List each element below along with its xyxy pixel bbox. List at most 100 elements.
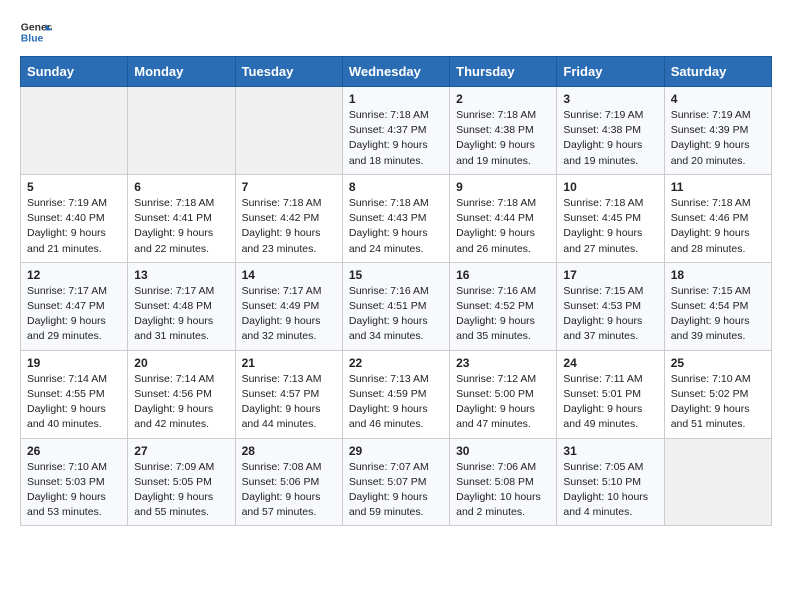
calendar-cell: 22 Sunrise: 7:13 AMSunset: 4:59 PMDayligh… — [342, 350, 449, 438]
day-detail: Sunrise: 7:13 AMSunset: 4:59 PMDaylight:… — [349, 372, 443, 433]
day-number: 10 — [563, 180, 657, 194]
day-detail: Sunrise: 7:18 AMSunset: 4:44 PMDaylight:… — [456, 196, 550, 257]
day-detail: Sunrise: 7:18 AMSunset: 4:37 PMDaylight:… — [349, 108, 443, 169]
calendar-cell: 25 Sunrise: 7:10 AMSunset: 5:02 PMDayligh… — [664, 350, 771, 438]
day-number: 22 — [349, 356, 443, 370]
calendar-cell: 8 Sunrise: 7:18 AMSunset: 4:43 PMDaylight… — [342, 174, 449, 262]
day-number: 4 — [671, 92, 765, 106]
header-sunday: Sunday — [21, 57, 128, 87]
header-wednesday: Wednesday — [342, 57, 449, 87]
day-detail: Sunrise: 7:19 AMSunset: 4:40 PMDaylight:… — [27, 196, 121, 257]
day-detail: Sunrise: 7:14 AMSunset: 4:56 PMDaylight:… — [134, 372, 228, 433]
day-detail: Sunrise: 7:16 AMSunset: 4:51 PMDaylight:… — [349, 284, 443, 345]
calendar-cell: 6 Sunrise: 7:18 AMSunset: 4:41 PMDaylight… — [128, 174, 235, 262]
day-detail: Sunrise: 7:19 AMSunset: 4:39 PMDaylight:… — [671, 108, 765, 169]
day-detail: Sunrise: 7:18 AMSunset: 4:43 PMDaylight:… — [349, 196, 443, 257]
day-detail: Sunrise: 7:10 AMSunset: 5:02 PMDaylight:… — [671, 372, 765, 433]
calendar-cell: 15 Sunrise: 7:16 AMSunset: 4:51 PMDayligh… — [342, 262, 449, 350]
calendar-cell: 19 Sunrise: 7:14 AMSunset: 4:55 PMDayligh… — [21, 350, 128, 438]
calendar-cell: 29 Sunrise: 7:07 AMSunset: 5:07 PMDayligh… — [342, 438, 449, 526]
calendar-cell: 9 Sunrise: 7:18 AMSunset: 4:44 PMDaylight… — [450, 174, 557, 262]
day-number: 21 — [242, 356, 336, 370]
calendar-cell: 31Sunrise: 7:05 AMSunset: 5:10 PMDayligh… — [557, 438, 664, 526]
calendar-cell: 27 Sunrise: 7:09 AMSunset: 5:05 PMDayligh… — [128, 438, 235, 526]
calendar-cell — [235, 87, 342, 175]
day-number: 8 — [349, 180, 443, 194]
svg-text:Blue: Blue — [21, 34, 44, 45]
day-number: 3 — [563, 92, 657, 106]
page-header: General Blue — [20, 16, 772, 48]
day-number: 11 — [671, 180, 765, 194]
day-number: 24 — [563, 356, 657, 370]
day-number: 5 — [27, 180, 121, 194]
calendar-cell: 23 Sunrise: 7:12 AMSunset: 5:00 PMDayligh… — [450, 350, 557, 438]
calendar-cell: 12Sunrise: 7:17 AMSunset: 4:47 PMDayligh… — [21, 262, 128, 350]
day-detail: Sunrise: 7:19 AMSunset: 4:38 PMDaylight:… — [563, 108, 657, 169]
day-detail: Sunrise: 7:10 AMSunset: 5:03 PMDaylight:… — [27, 460, 121, 521]
day-detail: Sunrise: 7:13 AMSunset: 4:57 PMDaylight:… — [242, 372, 336, 433]
day-number: 9 — [456, 180, 550, 194]
calendar-cell: 5 Sunrise: 7:19 AMSunset: 4:40 PMDaylight… — [21, 174, 128, 262]
day-detail: Sunrise: 7:16 AMSunset: 4:52 PMDaylight:… — [456, 284, 550, 345]
day-number: 13 — [134, 268, 228, 282]
day-number: 2 — [456, 92, 550, 106]
calendar-cell: 24 Sunrise: 7:11 AMSunset: 5:01 PMDayligh… — [557, 350, 664, 438]
calendar-cell: 16Sunrise: 7:16 AMSunset: 4:52 PMDayligh… — [450, 262, 557, 350]
header-thursday: Thursday — [450, 57, 557, 87]
day-detail: Sunrise: 7:18 AMSunset: 4:45 PMDaylight:… — [563, 196, 657, 257]
calendar-cell: 10 Sunrise: 7:18 AMSunset: 4:45 PMDayligh… — [557, 174, 664, 262]
day-detail: Sunrise: 7:17 AMSunset: 4:49 PMDaylight:… — [242, 284, 336, 345]
day-detail: Sunrise: 7:14 AMSunset: 4:55 PMDaylight:… — [27, 372, 121, 433]
day-detail: Sunrise: 7:07 AMSunset: 5:07 PMDaylight:… — [349, 460, 443, 521]
calendar-cell: 4 Sunrise: 7:19 AMSunset: 4:39 PMDaylight… — [664, 87, 771, 175]
day-number: 23 — [456, 356, 550, 370]
day-number: 6 — [134, 180, 228, 194]
day-number: 12 — [27, 268, 121, 282]
calendar-cell: 21 Sunrise: 7:13 AMSunset: 4:57 PMDayligh… — [235, 350, 342, 438]
day-number: 15 — [349, 268, 443, 282]
logo: General Blue — [20, 16, 52, 48]
calendar-table: SundayMondayTuesdayWednesdayThursdayFrid… — [20, 56, 772, 526]
day-number: 19 — [27, 356, 121, 370]
day-number: 20 — [134, 356, 228, 370]
calendar-cell: 3 Sunrise: 7:19 AMSunset: 4:38 PMDaylight… — [557, 87, 664, 175]
logo-icon: General Blue — [20, 16, 52, 48]
header-friday: Friday — [557, 57, 664, 87]
calendar-week-row: 19 Sunrise: 7:14 AMSunset: 4:55 PMDayligh… — [21, 350, 772, 438]
calendar-cell: 18Sunrise: 7:15 AMSunset: 4:54 PMDayligh… — [664, 262, 771, 350]
calendar-cell: 28Sunrise: 7:08 AMSunset: 5:06 PMDayligh… — [235, 438, 342, 526]
day-detail: Sunrise: 7:11 AMSunset: 5:01 PMDaylight:… — [563, 372, 657, 433]
day-number: 29 — [349, 444, 443, 458]
day-number: 26 — [27, 444, 121, 458]
day-number: 18 — [671, 268, 765, 282]
day-number: 25 — [671, 356, 765, 370]
day-number: 27 — [134, 444, 228, 458]
day-detail: Sunrise: 7:18 AMSunset: 4:41 PMDaylight:… — [134, 196, 228, 257]
day-detail: Sunrise: 7:09 AMSunset: 5:05 PMDaylight:… — [134, 460, 228, 521]
header-saturday: Saturday — [664, 57, 771, 87]
day-detail: Sunrise: 7:12 AMSunset: 5:00 PMDaylight:… — [456, 372, 550, 433]
day-number: 14 — [242, 268, 336, 282]
calendar-week-row: 12Sunrise: 7:17 AMSunset: 4:47 PMDayligh… — [21, 262, 772, 350]
calendar-cell: 2Sunrise: 7:18 AMSunset: 4:38 PMDaylight… — [450, 87, 557, 175]
day-detail: Sunrise: 7:06 AMSunset: 5:08 PMDaylight:… — [456, 460, 550, 521]
calendar-cell: 7 Sunrise: 7:18 AMSunset: 4:42 PMDaylight… — [235, 174, 342, 262]
calendar-cell: 20 Sunrise: 7:14 AMSunset: 4:56 PMDayligh… — [128, 350, 235, 438]
day-number: 1 — [349, 92, 443, 106]
day-detail: Sunrise: 7:17 AMSunset: 4:48 PMDaylight:… — [134, 284, 228, 345]
calendar-week-row: 5 Sunrise: 7:19 AMSunset: 4:40 PMDaylight… — [21, 174, 772, 262]
day-number: 31 — [563, 444, 657, 458]
calendar-cell: 26 Sunrise: 7:10 AMSunset: 5:03 PMDayligh… — [21, 438, 128, 526]
day-detail: Sunrise: 7:15 AMSunset: 4:53 PMDaylight:… — [563, 284, 657, 345]
calendar-cell — [664, 438, 771, 526]
day-number: 7 — [242, 180, 336, 194]
calendar-cell: 17Sunrise: 7:15 AMSunset: 4:53 PMDayligh… — [557, 262, 664, 350]
calendar-cell — [128, 87, 235, 175]
calendar-cell: 11 Sunrise: 7:18 AMSunset: 4:46 PMDayligh… — [664, 174, 771, 262]
calendar-cell: 13 Sunrise: 7:17 AMSunset: 4:48 PMDayligh… — [128, 262, 235, 350]
calendar-cell — [21, 87, 128, 175]
calendar-cell: 30Sunrise: 7:06 AMSunset: 5:08 PMDayligh… — [450, 438, 557, 526]
day-detail: Sunrise: 7:18 AMSunset: 4:46 PMDaylight:… — [671, 196, 765, 257]
day-detail: Sunrise: 7:18 AMSunset: 4:42 PMDaylight:… — [242, 196, 336, 257]
calendar-week-row: 26 Sunrise: 7:10 AMSunset: 5:03 PMDayligh… — [21, 438, 772, 526]
